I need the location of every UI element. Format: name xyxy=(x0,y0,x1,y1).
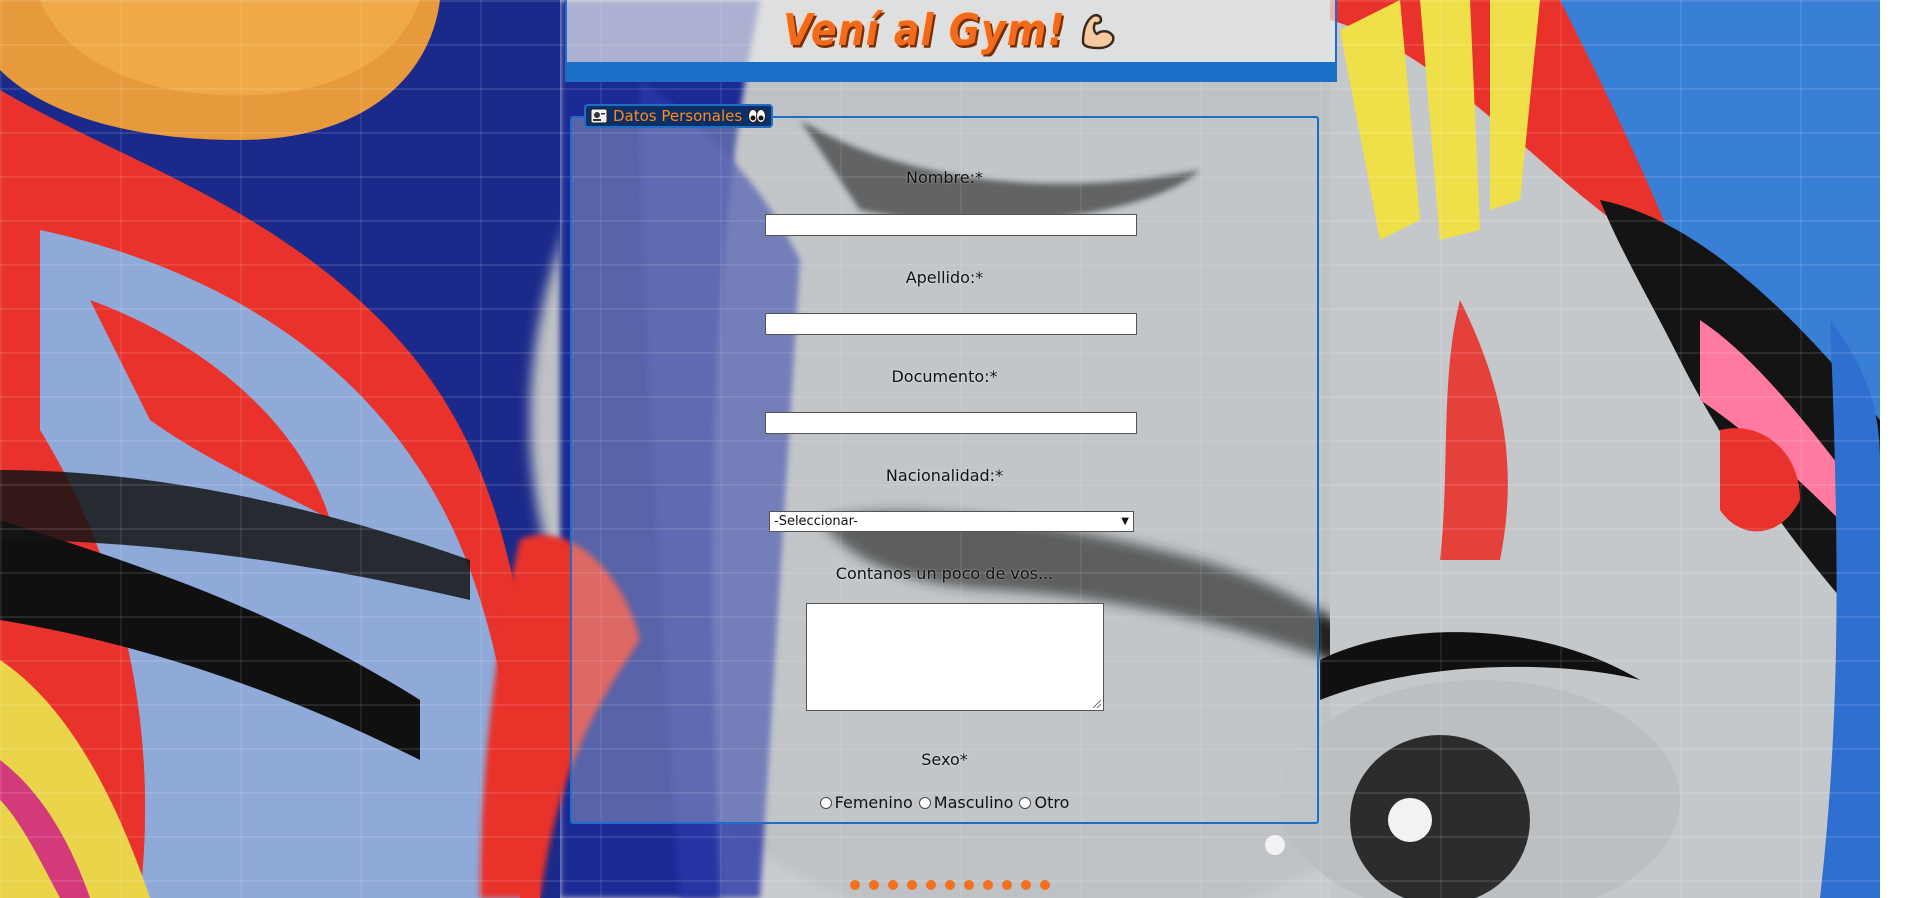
radio-otro[interactable]: Otro xyxy=(1019,793,1069,812)
apellido-field-group: Apellido:* xyxy=(572,268,1317,287)
radio-label: Otro xyxy=(1034,793,1070,812)
radio-masculino[interactable]: Masculino xyxy=(918,793,1014,812)
logo-text: Vení al Gym! xyxy=(783,4,1066,56)
nombre-label: Nombre:* xyxy=(906,168,983,187)
nacionalidad-field-group: Nacionalidad:* xyxy=(572,466,1317,485)
dot xyxy=(1002,880,1012,890)
dot xyxy=(926,880,936,890)
dots-divider xyxy=(850,880,1050,890)
id-card-icon xyxy=(590,107,608,125)
eyes-icon xyxy=(747,107,767,125)
dot xyxy=(983,880,993,890)
logo[interactable]: Vení al Gym! xyxy=(567,5,1335,55)
radio-button[interactable] xyxy=(819,796,832,809)
resize-handle-icon[interactable] xyxy=(1093,700,1101,708)
radio-label: Masculino xyxy=(933,793,1014,812)
dot xyxy=(907,880,917,890)
documento-field-group: Documento:* xyxy=(572,367,1317,386)
fieldset-legend: Datos Personales xyxy=(584,104,774,128)
documento-label: Documento:* xyxy=(891,367,998,386)
nacionalidad-label: Nacionalidad:* xyxy=(885,466,1004,485)
dot xyxy=(850,880,860,890)
about-field-group: Contanos un poco de vos... xyxy=(572,564,1317,583)
apellido-input[interactable] xyxy=(765,313,1137,335)
chevron-down-icon: ▼ xyxy=(1121,516,1129,527)
about-label: Contanos un poco de vos... xyxy=(835,564,1054,583)
radio-button[interactable] xyxy=(1019,796,1032,809)
about-textarea[interactable] xyxy=(806,603,1104,711)
dot xyxy=(945,880,955,890)
nombre-input[interactable] xyxy=(765,214,1137,236)
dot xyxy=(869,880,879,890)
nacionalidad-select[interactable]: -Seleccionar- ▼ xyxy=(769,511,1134,532)
radio-button[interactable] xyxy=(918,796,931,809)
sexo-field-group: Sexo* xyxy=(572,750,1317,769)
flexed-biceps-icon xyxy=(1075,8,1119,52)
legend-label: Datos Personales xyxy=(613,107,743,125)
nacionalidad-selected-value: -Seleccionar- xyxy=(774,514,858,529)
dot xyxy=(1040,880,1050,890)
sexo-radio-group: Femenino Masculino Otro xyxy=(572,793,1317,812)
site-header: Vení al Gym! xyxy=(565,0,1337,82)
dot xyxy=(964,880,974,890)
sexo-label: Sexo* xyxy=(921,750,968,769)
radio-label: Femenino xyxy=(834,793,913,812)
dot xyxy=(1021,880,1031,890)
page-right-margin xyxy=(1880,0,1914,898)
dot xyxy=(888,880,898,890)
header-bar xyxy=(567,62,1335,80)
documento-input[interactable] xyxy=(765,412,1137,434)
personal-data-fieldset: Datos Personales Nombre:* Apellido:* Doc… xyxy=(570,104,1319,824)
apellido-label: Apellido:* xyxy=(905,268,984,287)
nombre-field-group: Nombre:* xyxy=(572,168,1317,187)
radio-femenino[interactable]: Femenino xyxy=(819,793,913,812)
